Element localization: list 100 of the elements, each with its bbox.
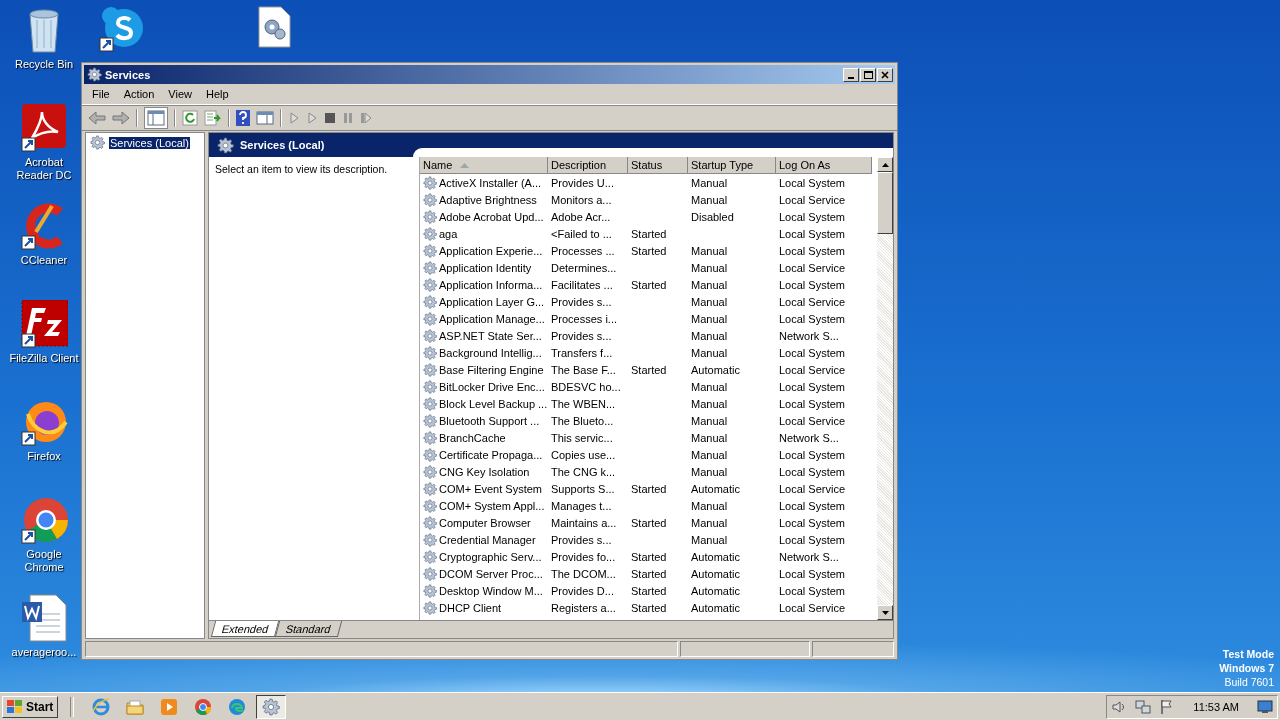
column-header[interactable]: Name [420,157,548,174]
menu-item[interactable]: View [162,86,198,102]
chrome-icon [194,697,213,716]
acrobat-icon [20,104,68,152]
pause-icon[interactable] [342,112,354,124]
table-cell: Started [631,516,667,529]
view-tab[interactable]: Standard [275,621,343,637]
desktop-icon-label[interactable]: Firefox [7,450,81,463]
os-notice-text: Test Mode [1222,647,1274,661]
table-cell: Network S... [779,329,839,342]
desktop-icon-label[interactable]: FileZilla Client [7,352,81,365]
refresh-icon[interactable] [182,110,198,126]
table-cell: aga [439,227,458,240]
service-icon [423,277,437,292]
menu-item[interactable]: Action [117,86,161,102]
service-icon [423,260,437,275]
table-cell: Local System [779,380,846,393]
skype-icon [98,6,146,54]
play-icon[interactable] [306,112,318,124]
column-header[interactable]: Startup Type [688,157,776,174]
maximize-button[interactable] [860,67,876,82]
table-cell: Automatic [691,482,740,495]
media-player-icon [160,697,179,716]
table-cell: Started [631,601,667,614]
scroll-thumb[interactable] [877,172,893,234]
table-cell: Manual [691,244,728,257]
table-cell: Local System [779,533,846,546]
table-cell: BitLocker Drive Enc... [439,380,545,393]
table-cell: Automatic [691,567,740,580]
console-tree-icon[interactable] [144,107,168,129]
table-cell: The DCOM... [551,567,616,580]
window-title: Services [105,68,152,81]
close-button[interactable] [877,67,893,82]
desktop-icon-label[interactable]: CCleaner [7,254,81,267]
table-cell: Local System [779,397,846,410]
help-icon[interactable] [236,110,250,126]
service-icon [423,226,437,241]
service-icon [423,447,437,462]
service-icon [423,209,437,224]
network-icon[interactable] [1135,698,1152,715]
table-cell: Processes ... [551,244,615,257]
table-cell: Started [631,482,667,495]
clock[interactable]: 11:53 AM [1193,700,1239,713]
table-cell: Provides U... [551,176,614,189]
vertical-scrollbar[interactable] [877,157,893,620]
stop-icon[interactable] [324,112,336,124]
table-cell: Manual [691,533,728,546]
restart-icon[interactable] [360,112,372,124]
table-cell: Provides s... [551,533,612,546]
table-cell: Maintains a... [551,516,617,529]
service-icon [423,311,437,326]
minimize-button[interactable] [843,67,859,82]
view-tab[interactable]: Extended [210,621,280,637]
table-cell: DCOM Server Proc... [439,567,543,580]
table-cell: Manual [691,499,728,512]
tree-item[interactable]: Services (Local) [109,136,190,149]
table-cell: Copies use... [551,448,616,461]
table-cell: COM+ System Appl... [439,499,545,512]
table-cell: Automatic [691,363,740,376]
table-cell: Started [631,244,667,257]
menu-item[interactable]: File [86,86,116,102]
service-icon [423,600,437,615]
os-notice-text: Build 7601 [1224,675,1274,689]
export-list-icon[interactable] [204,110,222,126]
menu-item[interactable]: Help [199,86,235,102]
service-icon [423,498,437,513]
desktop-icon-label[interactable]: Google Chrome [7,548,81,574]
table-cell: Manual [691,278,728,291]
service-icon [423,379,437,394]
show-desktop-icon[interactable] [1257,699,1273,714]
table-cell: Local Service [779,601,846,614]
taskbar-app[interactable] [256,694,287,719]
desktop-icon-label[interactable]: Recycle Bin [7,58,81,71]
column-header[interactable]: Description [548,157,628,174]
table-cell: Started [631,363,667,376]
forward-icon[interactable] [112,111,130,125]
service-icon [423,175,437,190]
edge-icon [228,697,247,716]
close-icon [881,70,889,79]
table-cell: Manual [691,176,728,189]
service-icon [423,345,437,360]
table-cell: Certificate Propaga... [439,448,543,461]
play-icon[interactable] [288,112,300,124]
service-icon [423,243,437,258]
desktop-icon-label[interactable]: averageroo... [7,646,81,659]
table-cell: Manual [691,465,728,478]
column-header[interactable]: Status [628,157,688,174]
desktop-icon-label[interactable]: Acrobat Reader DC [7,156,81,182]
service-icon [423,515,437,530]
table-cell: Transfers f... [551,346,613,359]
column-header[interactable]: Log On As [776,157,872,174]
table-cell: Background Intellig... [439,346,542,359]
table-cell: Disabled [691,210,734,223]
back-icon[interactable] [88,111,106,125]
action-pane-icon[interactable] [256,110,274,126]
start-button[interactable]: Start [2,695,59,718]
table-cell: Local System [779,346,846,359]
service-icon [423,362,437,377]
table-cell: Started [631,584,667,597]
table-cell: Local Service [779,295,846,308]
